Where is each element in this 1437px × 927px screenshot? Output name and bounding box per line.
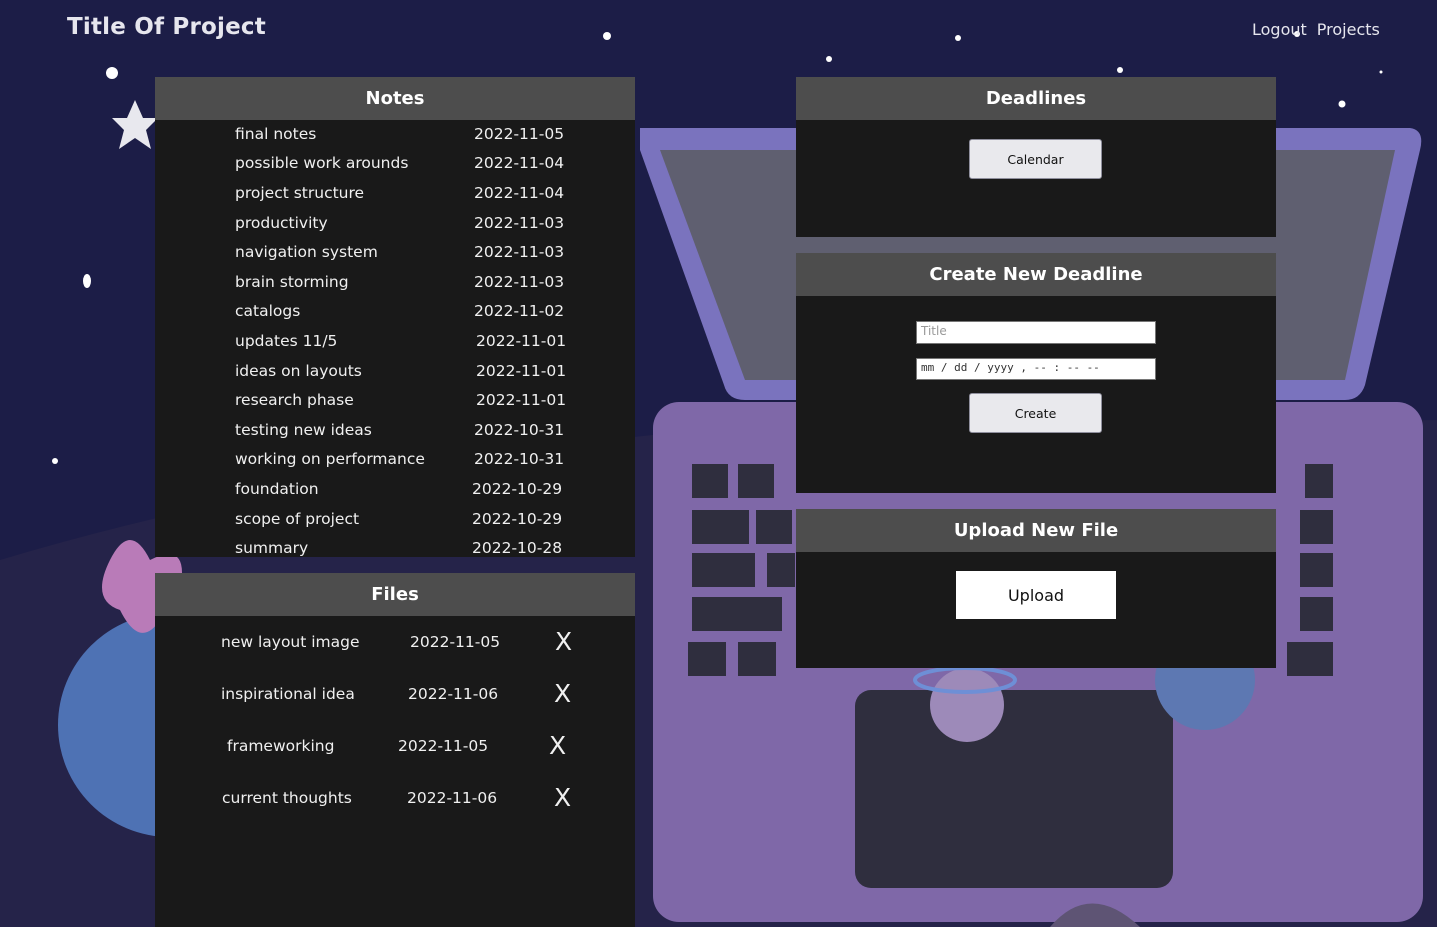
note-item[interactable]: possible work arounds 2022-11-04: [155, 154, 635, 178]
note-item[interactable]: updates 11/5 2022-11-01: [155, 332, 635, 356]
star-icon: [83, 274, 91, 288]
file-date: 2022-11-06: [407, 789, 498, 807]
file-name: frameworking: [227, 737, 335, 755]
star-icon: [603, 32, 611, 40]
note-title: possible work arounds: [235, 154, 409, 172]
note-date: 2022-10-31: [474, 421, 565, 439]
delete-file-icon[interactable]: X: [549, 731, 566, 760]
note-date: 2022-10-29: [472, 480, 563, 498]
file-item[interactable]: inspirational idea 2022-11-06 X: [155, 679, 635, 711]
note-date: 2022-11-01: [476, 332, 567, 350]
star-icon: [1117, 67, 1123, 73]
file-item[interactable]: new layout image 2022-11-05 X: [155, 627, 635, 659]
note-date: 2022-11-01: [476, 391, 567, 409]
files-header: Files: [155, 573, 635, 616]
note-date: 2022-10-29: [472, 510, 563, 528]
note-item[interactable]: summary 2022-10-28: [155, 539, 635, 557]
delete-file-icon[interactable]: X: [555, 627, 572, 656]
projects-link[interactable]: Projects: [1317, 20, 1380, 39]
note-title: scope of project: [235, 510, 360, 528]
file-name: new layout image: [221, 633, 360, 651]
note-title: testing new ideas: [235, 421, 372, 439]
note-title: final notes: [235, 125, 317, 143]
note-item[interactable]: catalogs 2022-11-02: [155, 302, 635, 326]
notes-panel: Notes final notes 2022-11-05 possible wor…: [155, 77, 635, 557]
files-panel: Files new layout image 2022-11-05 X insp…: [155, 573, 635, 927]
star-icon: [826, 56, 832, 62]
star-icon: [52, 458, 58, 464]
note-title: productivity: [235, 214, 328, 232]
logout-link[interactable]: Logout: [1252, 20, 1307, 39]
file-date: 2022-11-05: [398, 737, 489, 755]
deadline-title-input[interactable]: Title: [916, 321, 1156, 344]
file-item[interactable]: frameworking 2022-11-05 X: [155, 731, 635, 763]
calendar-button[interactable]: Calendar: [969, 139, 1102, 179]
note-date: 2022-11-04: [474, 184, 565, 202]
note-date: 2022-11-03: [474, 214, 565, 232]
delete-file-icon[interactable]: X: [554, 783, 571, 812]
note-title: project structure: [235, 184, 365, 202]
note-item[interactable]: brain storming 2022-11-03: [155, 273, 635, 297]
note-date: 2022-11-04: [474, 154, 565, 172]
deadline-datetime-input[interactable]: mm / dd / yyyy , -- : -- --: [916, 358, 1156, 380]
note-title: ideas on layouts: [235, 362, 362, 380]
file-name: inspirational idea: [221, 685, 355, 703]
upload-file-panel: Upload New File Upload: [796, 509, 1276, 668]
file-date: 2022-11-05: [410, 633, 501, 651]
note-title: research phase: [235, 391, 354, 409]
note-item[interactable]: navigation system 2022-11-03: [155, 243, 635, 267]
note-title: catalogs: [235, 302, 301, 320]
note-item[interactable]: productivity 2022-11-03: [155, 214, 635, 238]
top-nav: Logout Projects: [1252, 20, 1380, 39]
deadlines-header: Deadlines: [796, 77, 1276, 120]
star-icon: [1338, 100, 1346, 108]
star-icon: [1379, 70, 1383, 74]
note-item[interactable]: research phase 2022-11-01: [155, 391, 635, 415]
note-item[interactable]: ideas on layouts 2022-11-01: [155, 362, 635, 386]
note-title: summary: [235, 539, 309, 557]
upload-button[interactable]: Upload: [956, 571, 1116, 619]
upload-file-header: Upload New File: [796, 509, 1276, 552]
note-title: updates 11/5: [235, 332, 338, 350]
note-title: navigation system: [235, 243, 378, 261]
file-name: current thoughts: [222, 789, 352, 807]
create-deadline-button[interactable]: Create: [969, 393, 1102, 433]
site-title: Title Of Project: [67, 14, 266, 40]
note-date: 2022-11-01: [476, 362, 567, 380]
note-title: foundation: [235, 480, 319, 498]
note-date: 2022-11-02: [474, 302, 565, 320]
note-date: 2022-10-28: [472, 539, 563, 557]
note-item[interactable]: project structure 2022-11-04: [155, 184, 635, 208]
create-deadline-header: Create New Deadline: [796, 253, 1276, 296]
note-date: 2022-11-03: [474, 243, 565, 261]
deadlines-panel: Deadlines Calendar: [796, 77, 1276, 237]
note-item[interactable]: scope of project 2022-10-29: [155, 510, 635, 534]
note-date: 2022-11-05: [474, 125, 565, 143]
star-icon: [955, 35, 961, 41]
note-title: working on performance: [235, 450, 425, 468]
note-item[interactable]: foundation 2022-10-29: [155, 480, 635, 504]
note-item[interactable]: final notes 2022-11-05: [155, 125, 635, 149]
star-icon: [106, 67, 118, 79]
note-item[interactable]: testing new ideas 2022-10-31: [155, 421, 635, 445]
note-item[interactable]: working on performance 2022-10-31: [155, 450, 635, 474]
note-date: 2022-11-03: [474, 273, 565, 291]
notes-header: Notes: [155, 77, 635, 120]
note-title: brain storming: [235, 273, 349, 291]
file-date: 2022-11-06: [408, 685, 499, 703]
create-deadline-panel: Create New Deadline Title mm / dd / yyyy…: [796, 253, 1276, 493]
file-item[interactable]: current thoughts 2022-11-06 X: [155, 783, 635, 815]
delete-file-icon[interactable]: X: [554, 679, 571, 708]
note-date: 2022-10-31: [474, 450, 565, 468]
